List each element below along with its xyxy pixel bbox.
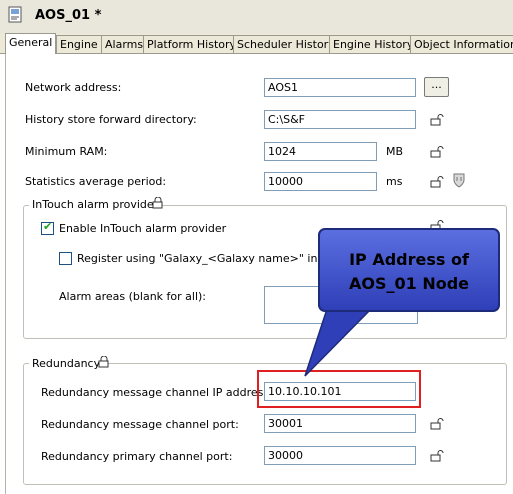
intouch-alarm-group-title: InTouch alarm provider bbox=[29, 198, 162, 211]
browse-button[interactable]: ... bbox=[424, 77, 449, 97]
tab-engine-history[interactable]: Engine History bbox=[329, 35, 418, 53]
register-galaxy-checkbox[interactable] bbox=[59, 252, 72, 265]
tab-platform-history[interactable]: Platform History bbox=[143, 35, 241, 53]
alarm-areas-label: Alarm areas (blank for all): bbox=[59, 290, 207, 303]
lock-icon[interactable] bbox=[430, 146, 444, 158]
callout-text: IP Address of AOS_01 Node bbox=[348, 250, 470, 293]
redundancy-primary-port-input[interactable]: 30000 bbox=[264, 446, 416, 465]
redundancy-primary-port-label: Redundancy primary channel port: bbox=[41, 450, 233, 463]
lock-icon[interactable] bbox=[152, 197, 166, 209]
history-dir-label: History store forward directory: bbox=[25, 113, 197, 126]
lock-icon[interactable] bbox=[430, 176, 444, 188]
enable-intouch-label: Enable InTouch alarm provider bbox=[59, 222, 227, 235]
stats-period-input[interactable]: 10000 bbox=[264, 172, 377, 191]
stats-period-unit: ms bbox=[386, 175, 403, 188]
enable-intouch-checkbox[interactable]: ✔ bbox=[41, 220, 54, 235]
min-ram-unit: MB bbox=[386, 145, 404, 158]
title-bar: AOS_01 * bbox=[0, 0, 513, 33]
network-address-input[interactable]: AOS1 bbox=[264, 78, 416, 97]
ip-highlight-box bbox=[257, 370, 421, 408]
lock-icon[interactable] bbox=[98, 356, 112, 368]
window-title: AOS_01 * bbox=[35, 8, 102, 23]
ip-annotation-callout: IP Address of AOS_01 Node bbox=[318, 228, 500, 312]
tab-bar: General Engine Alarms Platform History S… bbox=[0, 33, 513, 54]
network-address-label: Network address: bbox=[25, 81, 122, 94]
stats-period-label: Statistics average period: bbox=[25, 175, 167, 188]
document-icon bbox=[8, 6, 22, 23]
tab-object-information[interactable]: Object Information bbox=[410, 35, 513, 53]
shield-icon[interactable] bbox=[452, 172, 466, 188]
tab-alarms[interactable]: Alarms bbox=[101, 35, 148, 53]
tab-engine[interactable]: Engine bbox=[56, 35, 102, 53]
min-ram-label: Minimum RAM: bbox=[25, 145, 108, 158]
lock-icon[interactable] bbox=[430, 450, 444, 462]
tab-general[interactable]: General bbox=[5, 33, 57, 54]
tab-scheduler-history[interactable]: Scheduler History bbox=[233, 35, 339, 53]
lock-icon[interactable] bbox=[430, 418, 444, 430]
redundancy-msg-port-label: Redundancy message channel port: bbox=[41, 418, 239, 431]
redundancy-msg-port-input[interactable]: 30001 bbox=[264, 414, 416, 433]
checkmark-icon: ✔ bbox=[43, 220, 53, 233]
redundancy-group-title: Redundancy bbox=[29, 357, 104, 370]
redundancy-ip-label: Redundancy message channel IP address: bbox=[41, 386, 273, 399]
lock-icon[interactable] bbox=[430, 114, 444, 126]
min-ram-input[interactable]: 1024 bbox=[264, 142, 377, 161]
history-dir-input[interactable]: C:\S&F bbox=[264, 110, 416, 129]
